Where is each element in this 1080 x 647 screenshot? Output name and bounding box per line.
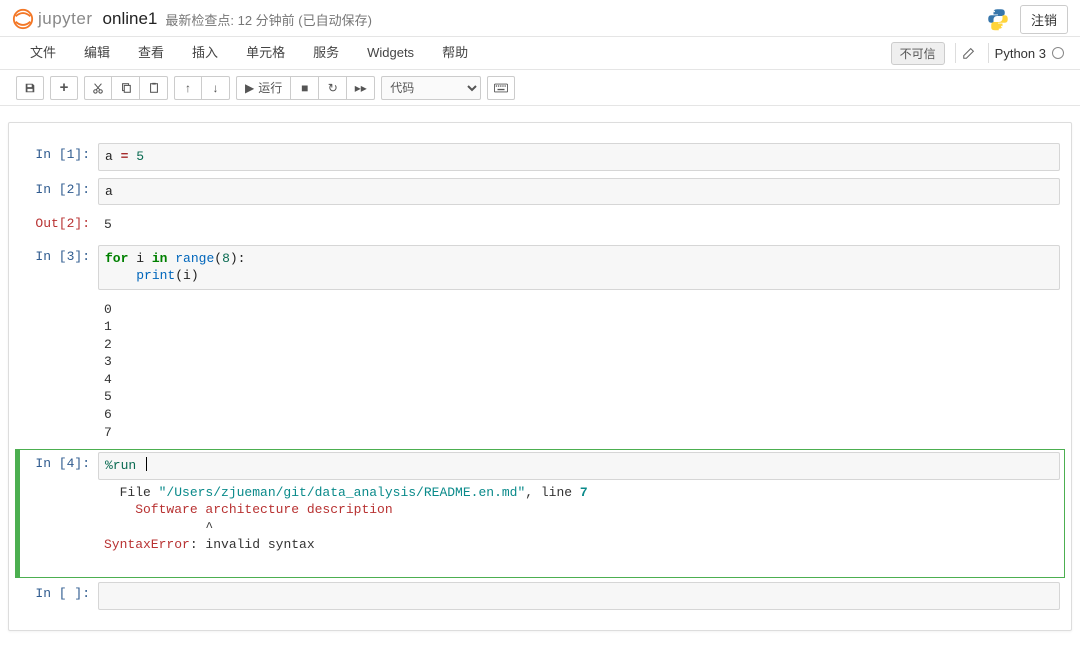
command-palette-button[interactable] bbox=[487, 76, 515, 100]
run-label: 运行 bbox=[258, 79, 282, 96]
output-text: 5 bbox=[98, 212, 1060, 238]
code-cell[interactable]: In [4]:%run File "/Users/zjueman/git/dat… bbox=[15, 449, 1065, 578]
keyboard-icon bbox=[494, 83, 508, 93]
cut-button[interactable] bbox=[84, 76, 112, 100]
menubar: 文件编辑查看插入单元格服务Widgets帮助 不可信 Python 3 bbox=[0, 36, 1080, 70]
python-icon bbox=[986, 7, 1010, 31]
play-icon: ▶ bbox=[245, 81, 254, 95]
jupyter-icon bbox=[12, 8, 34, 30]
menu-item[interactable]: 文件 bbox=[16, 36, 70, 70]
menu-item[interactable]: 帮助 bbox=[428, 36, 482, 70]
menu-item[interactable]: 服务 bbox=[299, 36, 353, 70]
restart-run-button[interactable]: ▸▸ bbox=[347, 76, 375, 100]
plus-icon: + bbox=[60, 79, 69, 96]
copy-icon bbox=[120, 82, 132, 94]
trust-button[interactable]: 不可信 bbox=[891, 42, 945, 65]
stop-icon: ■ bbox=[301, 81, 308, 95]
header-bar: jupyter online1 最新检查点: 12 分钟前 (已自动保存) 注销 bbox=[0, 0, 1080, 36]
input-prompt: In [3]: bbox=[20, 245, 98, 290]
input-prompt: In [ ]: bbox=[20, 582, 98, 610]
interrupt-button[interactable]: ■ bbox=[291, 76, 319, 100]
pencil-icon[interactable] bbox=[962, 46, 976, 60]
restart-button[interactable]: ↻ bbox=[319, 76, 347, 100]
restart-icon: ↻ bbox=[328, 81, 338, 95]
paste-icon bbox=[148, 82, 160, 94]
code-input[interactable]: %run bbox=[98, 452, 1060, 480]
insert-cell-button[interactable]: + bbox=[50, 76, 78, 100]
output-prompt: Out[2]: bbox=[20, 212, 98, 238]
logout-button[interactable]: 注销 bbox=[1020, 5, 1068, 34]
run-button[interactable]: ▶ 运行 bbox=[236, 76, 291, 100]
output-row: 0 1 2 3 4 5 6 7 bbox=[15, 294, 1065, 448]
copy-button[interactable] bbox=[112, 76, 140, 100]
save-icon bbox=[24, 82, 36, 94]
divider bbox=[955, 43, 956, 63]
code-input[interactable]: for i in range(8): print(i) bbox=[98, 245, 1060, 290]
toolbar: + ↑ ↓ ▶ 运行 ■ ↻ ▸▸ 代码 bbox=[0, 70, 1080, 106]
paste-button[interactable] bbox=[140, 76, 168, 100]
divider bbox=[988, 43, 989, 63]
input-prompt: In [1]: bbox=[20, 143, 98, 171]
code-cell[interactable]: In [1]:a = 5 bbox=[15, 140, 1065, 174]
fast-forward-icon: ▸▸ bbox=[355, 81, 367, 95]
code-cell[interactable]: In [3]:for i in range(8): print(i) bbox=[15, 242, 1065, 293]
move-down-button[interactable]: ↓ bbox=[202, 76, 230, 100]
menu-item[interactable]: 查看 bbox=[124, 36, 178, 70]
code-cell[interactable]: In [ ]: bbox=[15, 579, 1065, 613]
input-prompt: In [4]: bbox=[20, 452, 98, 575]
arrow-up-icon: ↑ bbox=[185, 81, 191, 95]
code-input[interactable] bbox=[98, 582, 1060, 610]
error-output: File "/Users/zjueman/git/data_analysis/R… bbox=[98, 480, 1060, 576]
menu-item[interactable]: 插入 bbox=[178, 36, 232, 70]
scissors-icon bbox=[92, 82, 104, 94]
notebook-container: In [1]:a = 5In [2]:aOut[2]:5In [3]:for i… bbox=[8, 122, 1072, 631]
empty-prompt bbox=[20, 297, 98, 445]
notebook-name[interactable]: online1 bbox=[103, 9, 158, 29]
menu-item[interactable]: 单元格 bbox=[232, 36, 299, 70]
save-button[interactable] bbox=[16, 76, 44, 100]
jupyter-logo-text: jupyter bbox=[38, 9, 93, 29]
move-up-button[interactable]: ↑ bbox=[174, 76, 202, 100]
code-cell[interactable]: In [2]:a bbox=[15, 175, 1065, 209]
output-row: Out[2]:5 bbox=[15, 209, 1065, 241]
kernel-name[interactable]: Python 3 bbox=[995, 46, 1046, 61]
code-input[interactable]: a = 5 bbox=[98, 143, 1060, 171]
input-prompt: In [2]: bbox=[20, 178, 98, 206]
output-text: 0 1 2 3 4 5 6 7 bbox=[98, 297, 1060, 445]
jupyter-logo[interactable]: jupyter bbox=[12, 8, 93, 30]
menu-item[interactable]: Widgets bbox=[353, 36, 428, 70]
celltype-select[interactable]: 代码 bbox=[381, 76, 481, 100]
arrow-down-icon: ↓ bbox=[213, 81, 219, 95]
menu-item[interactable]: 编辑 bbox=[70, 36, 124, 70]
code-input[interactable]: a bbox=[98, 178, 1060, 206]
checkpoint-status: 最新检查点: 12 分钟前 (已自动保存) bbox=[165, 10, 372, 29]
kernel-idle-icon bbox=[1052, 47, 1064, 59]
